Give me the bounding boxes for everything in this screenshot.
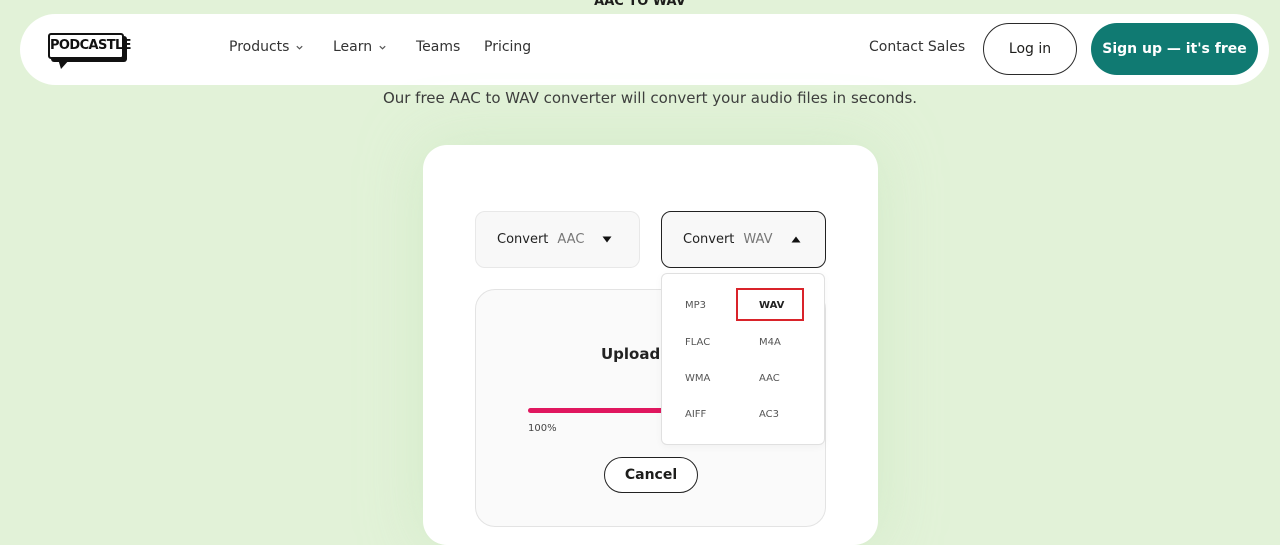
format-option-aiff[interactable]: AIFF: [685, 409, 706, 420]
top-navbar: PODCASTLE Products Learn Teams Pricing C…: [20, 14, 1269, 85]
caret-up-icon: [791, 236, 801, 243]
nav-products[interactable]: Products: [229, 39, 304, 55]
page-subtitle: Our free AAC to WAV converter will conve…: [382, 89, 918, 107]
cancel-button[interactable]: Cancel: [604, 457, 698, 493]
contact-sales-link[interactable]: Contact Sales: [869, 39, 965, 55]
convert-from-select[interactable]: Convert AAC: [475, 211, 640, 268]
nav-learn[interactable]: Learn: [333, 39, 387, 55]
format-option-ac3[interactable]: AC3: [759, 409, 779, 420]
upload-progress-label: 100%: [528, 423, 557, 434]
contact-sales-label: Contact Sales: [869, 39, 966, 55]
nav-products-label: Products: [229, 39, 290, 55]
format-option-aac[interactable]: AAC: [759, 373, 780, 384]
nav-pricing-label: Pricing: [484, 39, 532, 55]
logo-frame: PODCASTLE: [48, 33, 132, 59]
page-heading: AAC TO WAV: [594, 0, 686, 9]
convert-to-select[interactable]: Convert WAV: [661, 211, 826, 268]
nav-teams-label: Teams: [416, 39, 461, 55]
chevron-down-icon: [379, 45, 386, 50]
format-option-flac[interactable]: FLAC: [685, 337, 710, 348]
nav-learn-label: Learn: [333, 39, 373, 55]
format-option-m4a[interactable]: M4A: [759, 337, 781, 348]
convert-to-label: Convert: [683, 232, 735, 247]
signup-button[interactable]: Sign up — it's free: [1091, 23, 1258, 75]
logo-text: PODCASTLE: [50, 38, 132, 53]
convert-from-value: AAC: [557, 232, 585, 247]
nav-pricing[interactable]: Pricing: [484, 39, 531, 55]
selection-highlight: [736, 288, 804, 321]
convert-to-value: WAV: [743, 232, 773, 247]
format-option-mp3[interactable]: MP3: [685, 300, 706, 311]
convert-from-label: Convert: [497, 232, 549, 247]
podcastle-logo[interactable]: PODCASTLE: [48, 33, 132, 69]
chevron-down-icon: [296, 45, 304, 50]
upload-progress-fill: [528, 408, 667, 413]
speech-tail-icon: [58, 59, 70, 69]
upload-status-text: Uploadi: [601, 345, 666, 363]
caret-down-icon: [602, 236, 612, 243]
login-button[interactable]: Log in: [983, 23, 1077, 75]
nav-teams[interactable]: Teams: [416, 39, 460, 55]
format-option-wma[interactable]: WMA: [685, 373, 710, 384]
